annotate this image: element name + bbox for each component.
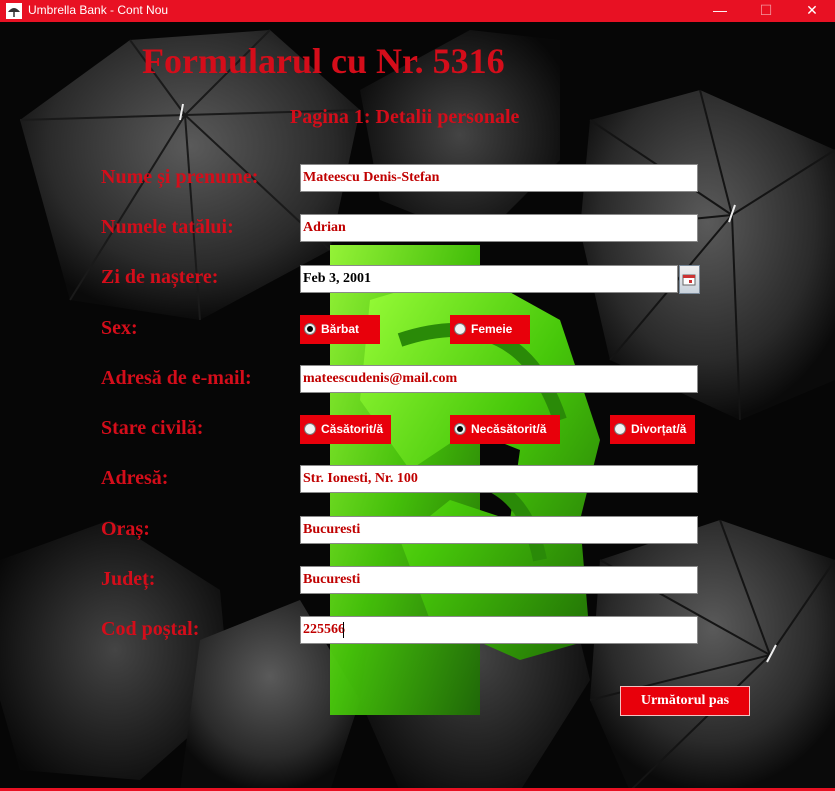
text-cursor	[343, 622, 344, 638]
radio-unselected-icon	[614, 423, 626, 435]
maximize-button[interactable]: ☐	[743, 0, 789, 22]
address-label: Adresă:	[101, 467, 169, 489]
address-field[interactable]	[300, 465, 698, 493]
umbrella-app-icon	[6, 3, 22, 19]
email-label: Adresă de e-mail:	[101, 367, 252, 389]
civil-status-divorced-label: Divorțat/ă	[631, 422, 687, 436]
father-name-label: Numele tatălui:	[101, 216, 234, 238]
postal-code-label: Cod poștal:	[101, 618, 200, 640]
sex-option-female-label: Femeie	[471, 322, 513, 336]
city-label: Oraș:	[101, 518, 150, 540]
radio-unselected-icon	[454, 323, 466, 335]
civil-status-single[interactable]: Necăsătorit/ă	[450, 415, 560, 444]
civil-status-divorced[interactable]: Divorțat/ă	[610, 415, 695, 444]
radio-selected-icon	[454, 423, 466, 435]
calendar-icon	[682, 274, 696, 286]
postal-code-field[interactable]	[300, 616, 698, 644]
civil-status-label: Stare civilă:	[101, 417, 204, 439]
email-field[interactable]	[300, 365, 698, 393]
sex-option-male-label: Bărbat	[321, 322, 360, 336]
county-label: Județ:	[101, 568, 156, 590]
sex-option-male[interactable]: Bărbat	[300, 315, 380, 344]
county-field[interactable]	[300, 566, 698, 594]
birth-date-field[interactable]	[300, 265, 678, 293]
civil-status-married-label: Căsătorit/ă	[321, 422, 384, 436]
minimize-button[interactable]: —	[697, 0, 743, 22]
full-name-field[interactable]	[300, 164, 698, 192]
sex-option-female[interactable]: Femeie	[450, 315, 530, 344]
civil-status-married[interactable]: Căsătorit/ă	[300, 415, 391, 444]
next-step-button[interactable]: Următorul pas	[620, 686, 750, 716]
calendar-button[interactable]	[679, 265, 700, 294]
background-umbrellas-image	[0, 22, 835, 791]
city-field[interactable]	[300, 516, 698, 544]
page-subtitle: Pagina 1: Detalii personale	[290, 106, 520, 128]
sex-label: Sex:	[101, 317, 138, 339]
app-window: Umbrella Bank - Cont Nou — ☐ ✕ Formularu…	[0, 0, 835, 791]
full-name-label: Nume și prenume:	[101, 166, 259, 188]
father-name-field[interactable]	[300, 214, 698, 242]
radio-unselected-icon	[304, 423, 316, 435]
civil-status-single-label: Necăsătorit/ă	[471, 422, 547, 436]
window-title: Umbrella Bank - Cont Nou	[28, 3, 169, 17]
close-button[interactable]: ✕	[789, 0, 835, 22]
form-title: Formularul cu Nr. 5316	[142, 41, 505, 81]
window-titlebar: Umbrella Bank - Cont Nou — ☐ ✕	[0, 0, 835, 22]
radio-selected-icon	[304, 323, 316, 335]
birth-date-label: Zi de naștere:	[101, 266, 219, 288]
